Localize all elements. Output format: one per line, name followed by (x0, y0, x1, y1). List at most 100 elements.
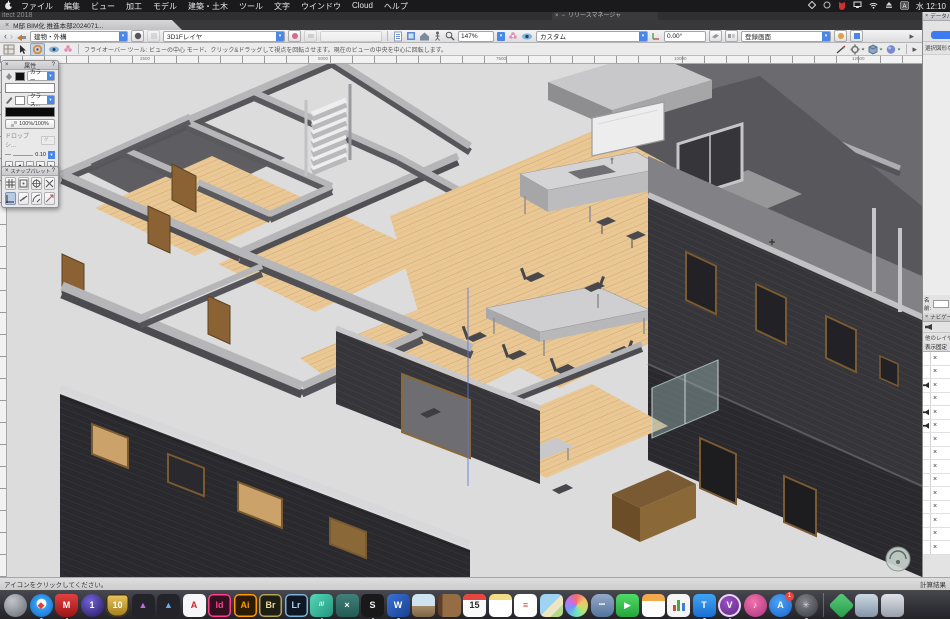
fill-mode-combo[interactable]: カラー▾ (27, 71, 55, 81)
fill-color-swatch[interactable] (15, 72, 25, 81)
dock-password-1[interactable]: 1 (81, 594, 104, 617)
dock-itunes[interactable]: ♪ (744, 594, 767, 617)
document-tab[interactable]: × M邸 BIM化 推進本部2024071... (0, 20, 182, 30)
nav-layer-row-7[interactable]: × (923, 447, 950, 461)
chevron-down-icon[interactable]: ▾ (822, 32, 830, 41)
apple-menu-icon[interactable] (4, 0, 13, 12)
pan-eye-icon[interactable] (48, 45, 60, 54)
dock-keynote[interactable]: T (693, 594, 716, 617)
dock-launchpad[interactable] (4, 594, 27, 617)
wifi-status-icon[interactable] (869, 2, 878, 11)
menu-item-9[interactable]: Cloud (352, 1, 373, 12)
layer-visibility-mark[interactable]: × (933, 409, 937, 416)
cursor-tool-icon[interactable] (18, 44, 27, 55)
class-field[interactable] (320, 31, 382, 42)
dock-x-teal[interactable]: × (336, 594, 359, 617)
dock-vectorworks[interactable]: V (718, 594, 741, 617)
menu-item-6[interactable]: ツール (239, 1, 263, 12)
zoom-icon[interactable] (445, 31, 455, 41)
nav-layer-row-3[interactable]: × (923, 393, 950, 407)
nav-layer-row-2[interactable]: × (923, 379, 950, 393)
forward-view-button[interactable]: › (10, 31, 13, 41)
menubar-clock[interactable]: 水 12:10 (916, 1, 946, 12)
intersection-snap-icon[interactable] (44, 177, 55, 190)
update-button[interactable] (850, 30, 863, 42)
nav-layer-row-12[interactable]: × (923, 514, 950, 528)
layer-visibility-mark[interactable]: × (933, 503, 937, 510)
chevron-down-icon[interactable]: ▾ (48, 151, 55, 159)
megaphone-icon[interactable] (925, 324, 932, 330)
dock-illustrator[interactable]: Ai (234, 594, 257, 617)
nav-layer-row-13[interactable]: × (923, 528, 950, 542)
menu-item-10[interactable]: ヘルプ (384, 1, 408, 12)
dock-system-preferences[interactable]: ✳ (795, 594, 818, 617)
dock-dictionary[interactable] (438, 594, 461, 617)
category-combo[interactable]: 建物・外構 ▾ (30, 31, 128, 42)
toolbar-overflow-icon[interactable]: ▸ (909, 31, 914, 41)
nav-layer-row-0[interactable]: × (923, 352, 950, 366)
layer-visibility-mark[interactable]: × (933, 449, 937, 456)
sheet-icon[interactable] (393, 31, 403, 42)
nav-layer-row-4[interactable]: × (923, 406, 950, 420)
snap-palette-titlebar[interactable]: × スナップパレット ? (2, 167, 58, 176)
pen-mode-combo[interactable]: クラス...▾ (27, 95, 55, 105)
layer-visibility-mark[interactable]: × (933, 382, 937, 389)
nav-layer-row-9[interactable]: × (923, 474, 950, 488)
name-input[interactable] (933, 300, 949, 308)
class-color-button[interactable] (288, 30, 301, 42)
nav-layer-row-10[interactable]: × (923, 487, 950, 501)
rotation-field[interactable]: 0.00° (664, 31, 706, 42)
display-status-icon[interactable] (853, 1, 862, 11)
dock-trash[interactable] (881, 594, 904, 617)
navigation-palette-titlebar[interactable]: × ナビゲー... (923, 313, 950, 322)
close-icon[interactable]: × (925, 13, 928, 19)
dock-safari[interactable]: ◆ (30, 594, 53, 617)
help-icon[interactable]: ? (52, 168, 55, 174)
framed-view-icon[interactable] (3, 44, 15, 55)
render-mode-cube-icon[interactable] (868, 44, 883, 55)
reference-button[interactable] (834, 30, 847, 42)
chevron-down-icon[interactable]: ▾ (639, 32, 647, 41)
dock-appstore[interactable]: A1 (769, 594, 792, 617)
dock-messages[interactable]: ••• (591, 594, 614, 617)
eject-status-icon[interactable] (885, 1, 893, 11)
dock-triangle-blue[interactable]: ▲ (157, 594, 180, 617)
chevron-down-icon[interactable]: ▾ (119, 32, 127, 41)
walkthrough-icon[interactable] (433, 31, 442, 41)
dock-slashes-teal[interactable]: /// (310, 594, 333, 617)
smart-edge-snap-icon[interactable] (18, 192, 29, 205)
rotation-axis-icon[interactable] (651, 31, 661, 41)
line-weight-slider[interactable] (13, 155, 33, 156)
dock-maps[interactable] (540, 594, 563, 617)
menu-item-3[interactable]: 加工 (126, 1, 142, 12)
nav-layer-row-14[interactable]: × (923, 541, 950, 555)
drop-shadow-button[interactable]: グ... (41, 136, 55, 145)
layer-visibility-mark[interactable]: × (933, 355, 937, 362)
tangent-snap-icon[interactable] (31, 192, 42, 205)
layer-options-button[interactable] (131, 30, 144, 42)
flower-tool-icon[interactable] (508, 31, 518, 41)
announcement-icon[interactable] (16, 31, 27, 42)
dock-facetime[interactable]: ▶ (616, 594, 639, 617)
menu-item-0[interactable]: ファイル (21, 1, 53, 12)
object-snap-icon[interactable] (18, 177, 29, 190)
flyover-hud-widget[interactable] (886, 547, 910, 571)
nav-layer-row-11[interactable]: × (923, 501, 950, 515)
input-method-icon[interactable]: A (900, 1, 909, 12)
tab-close-icon[interactable]: × (5, 22, 9, 29)
nav-layer-row-6[interactable]: × (923, 433, 950, 447)
release-close-icon[interactable]: × (555, 12, 559, 20)
angle-snap-icon[interactable] (31, 177, 42, 190)
dock-pages[interactable] (642, 594, 665, 617)
data-palette-titlebar[interactable]: × データパ... (923, 12, 950, 21)
home-view-icon[interactable] (419, 31, 430, 41)
dock-acrobat-reader[interactable]: A (183, 594, 206, 617)
opacity-button[interactable]: 100%/100% (5, 119, 55, 129)
dock-numbers[interactable] (667, 594, 690, 617)
dock-photos[interactable] (565, 594, 588, 617)
layer-visibility-mark[interactable]: × (933, 436, 937, 443)
menu-item-7[interactable]: 文字 (274, 1, 290, 12)
layers-icon[interactable] (406, 31, 416, 41)
mcafee-status-icon[interactable] (838, 1, 846, 12)
pen-preview[interactable] (5, 107, 55, 117)
